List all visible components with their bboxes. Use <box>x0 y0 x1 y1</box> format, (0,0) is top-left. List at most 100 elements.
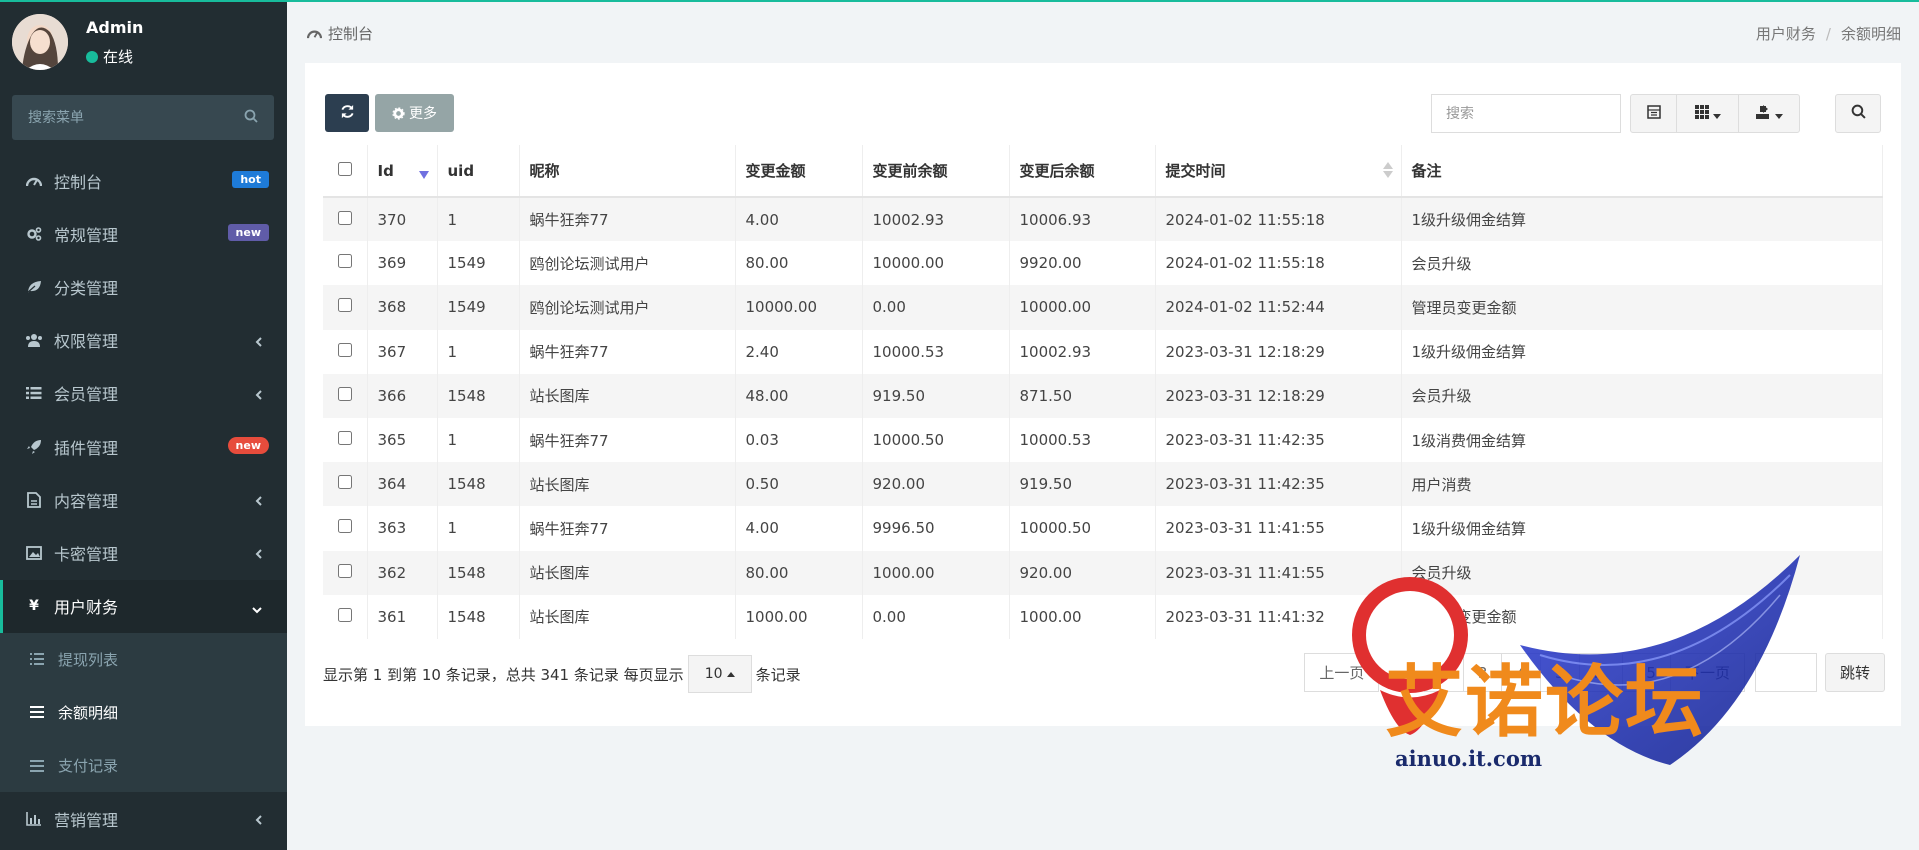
select-all-checkbox[interactable] <box>337 161 352 176</box>
row-checkbox[interactable] <box>337 431 352 446</box>
submenu-item-label: 余额明细 <box>58 703 119 722</box>
search-icon[interactable] <box>244 109 258 127</box>
jump-page-input[interactable] <box>1754 653 1817 692</box>
column-header-submit-time[interactable]: 提交时间 <box>1155 145 1402 198</box>
jump-button[interactable]: 跳转 <box>1824 653 1885 692</box>
column-header-id[interactable]: Id <box>367 145 438 198</box>
cell-before-balance: 919.50 <box>862 373 1010 418</box>
cell-id: 363 <box>367 506 438 551</box>
table-header-row: Id uid 昵称 变更金额 变更前余额 变更后余额 提交时间 备注 <box>323 145 1883 198</box>
sidebar-item-content[interactable]: 内容管理 <box>0 473 287 526</box>
cell-uid: 1 <box>437 329 520 374</box>
sidebar-item-marketing[interactable]: 营销管理 <box>0 792 287 845</box>
export-button[interactable] <box>1739 95 1799 132</box>
column-header-label: uid <box>447 161 475 180</box>
table-row[interactable]: 361 1548 站长图库 1000.00 0.00 1000.00 2023-03-31 … <box>323 594 1883 639</box>
online-status: 在线 <box>86 46 133 67</box>
cell-after-balance: 10002.93 <box>1009 329 1156 374</box>
cell-id: 366 <box>367 373 438 418</box>
table-search-input[interactable] <box>1431 94 1621 133</box>
balance-table: Id uid 昵称 变更金额 变更前余额 变更后余额 提交时间 备注 370 1 蜗… <box>323 145 1883 639</box>
sidebar-item-dashboard[interactable]: 控制台 hot <box>0 154 287 207</box>
refresh-icon <box>340 104 355 123</box>
row-checkbox[interactable] <box>337 475 352 490</box>
cell-submit-time: 2024-01-02 11:52:44 <box>1155 285 1402 330</box>
row-checkbox[interactable] <box>337 519 352 534</box>
row-checkbox[interactable] <box>337 298 352 313</box>
page-title-text: 控制台 <box>328 25 374 43</box>
sidebar-item-label: 会员管理 <box>54 385 119 405</box>
table-row[interactable]: 366 1548 站长图库 48.00 919.50 871.50 2023-03-31 1… <box>323 373 1883 418</box>
cell-after-balance: 1000.00 <box>1009 594 1156 639</box>
breadcrumb-parent[interactable]: 用户财务 <box>1756 25 1816 43</box>
new-badge: new <box>227 436 269 454</box>
cell-after-balance: 10006.93 <box>1009 197 1156 242</box>
sort-desc-icon <box>418 165 429 183</box>
cell-after-balance: 10000.50 <box>1009 506 1156 551</box>
select-all-cell <box>323 145 368 198</box>
sidebar-item-category[interactable]: 分类管理 <box>0 260 287 313</box>
row-checkbox[interactable] <box>337 254 352 269</box>
toggle-view-button[interactable] <box>1631 95 1677 132</box>
cell-id: 369 <box>367 241 438 286</box>
chevron-left-icon <box>255 333 263 352</box>
columns-button[interactable] <box>1677 95 1739 132</box>
caret-down-icon <box>1774 105 1783 123</box>
column-header-label: Id <box>377 161 394 180</box>
cell-id: 365 <box>367 417 438 463</box>
sidebar-item-member[interactable]: 会员管理 <box>0 367 287 420</box>
submenu-item-payment-records[interactable]: 支付记录 <box>0 739 287 792</box>
pagination-info-text: 显示第 1 到第 10 条记录，总共 341 条记录 每页显示 <box>323 665 684 684</box>
row-checkbox[interactable] <box>337 342 352 357</box>
cell-submit-time: 2023-03-31 11:42:35 <box>1155 462 1402 507</box>
submenu-item-withdraw-list[interactable]: 提现列表 <box>0 633 287 686</box>
cell-change-amount: 0.03 <box>735 417 863 463</box>
table-row[interactable]: 368 1549 鸥创论坛测试用户 10000.00 0.00 10000.00 2024-… <box>323 285 1883 330</box>
online-dot-icon <box>86 51 98 63</box>
cell-remark: 1级消费佣金结算 <box>1401 417 1883 463</box>
table-row[interactable]: 367 1 蜗牛狂奔77 2.40 10000.53 10002.93 2023-03-31… <box>323 329 1883 374</box>
row-checkbox[interactable] <box>337 607 352 622</box>
table-row[interactable]: 369 1549 鸥创论坛测试用户 80.00 10000.00 9920.00 2024-… <box>323 241 1883 286</box>
search-icon <box>1851 104 1866 123</box>
row-checkbox[interactable] <box>337 210 352 225</box>
row-select-cell <box>323 594 368 639</box>
group-icon <box>24 331 44 349</box>
row-select-cell <box>323 373 368 418</box>
sidebar-item-general[interactable]: 常规管理 new <box>0 207 287 260</box>
refresh-button[interactable] <box>325 94 369 132</box>
row-select-cell <box>323 506 368 551</box>
row-checkbox[interactable] <box>337 563 352 578</box>
cell-remark: 会员升级 <box>1401 373 1883 418</box>
cell-before-balance: 10000.00 <box>862 241 1010 286</box>
column-header-label: 备注 <box>1411 162 1442 180</box>
sidebar-item-label: 用户财务 <box>54 598 119 618</box>
sidebar-item-plugin[interactable]: 插件管理 new <box>0 420 287 473</box>
sidebar-item-finance[interactable]: ¥ 用户财务 <box>0 579 287 633</box>
row-checkbox[interactable] <box>337 386 352 401</box>
cell-id: 361 <box>367 594 438 639</box>
sidebar-item-card[interactable]: 卡密管理 <box>0 526 287 579</box>
table-row[interactable]: 365 1 蜗牛狂奔77 0.03 10000.50 10000.53 2023-03-31… <box>323 417 1883 463</box>
user-panel: Admin 在线 <box>0 0 287 86</box>
avatar[interactable] <box>12 14 68 70</box>
sidebar-item-permission[interactable]: 权限管理 <box>0 314 287 367</box>
cell-nickname: 站长图库 <box>519 550 736 595</box>
cell-nickname: 蜗牛狂奔77 <box>519 506 736 551</box>
dashboard-icon <box>24 172 44 190</box>
admin-name: Admin <box>86 18 144 37</box>
submenu-item-balance-detail[interactable]: 余额明细 <box>0 686 287 739</box>
table-row[interactable]: 370 1 蜗牛狂奔77 4.00 10002.93 10006.93 2024-01-02… <box>323 197 1883 242</box>
advanced-search-button[interactable] <box>1835 94 1881 133</box>
cell-uid: 1549 <box>437 285 520 330</box>
table-row[interactable]: 364 1548 站长图库 0.50 920.00 919.50 2023-03-31 11… <box>323 462 1883 507</box>
more-button[interactable]: 更多 <box>375 94 454 132</box>
sidebar-item-label: 权限管理 <box>54 332 119 352</box>
menu-search-input[interactable] <box>12 95 232 140</box>
cell-submit-time: 2023-03-31 12:18:29 <box>1155 373 1402 418</box>
table-row[interactable]: 362 1548 站长图库 80.00 1000.00 920.00 2023-03-31 … <box>323 550 1883 595</box>
page-size-select[interactable]: 10 <box>687 655 752 693</box>
table-row[interactable]: 363 1 蜗牛狂奔77 4.00 9996.50 10000.50 2023-03-31 … <box>323 506 1883 551</box>
prev-page-button[interactable]: 上一页 <box>1304 653 1380 692</box>
grid-icon <box>1694 104 1709 123</box>
